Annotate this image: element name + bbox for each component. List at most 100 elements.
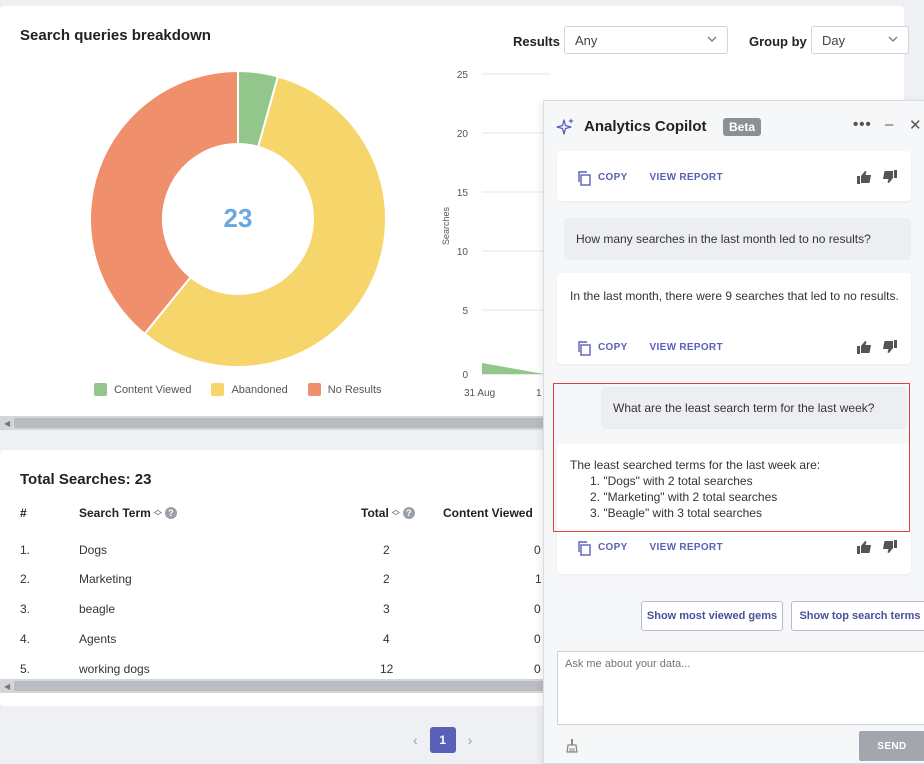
y-tick: 15 [457, 188, 469, 199]
thumbs-up-icon[interactable] [857, 540, 873, 554]
x-tick: 31 Aug [464, 388, 495, 399]
row-term: working dogs [79, 662, 150, 676]
copilot-title: Analytics Copilot [584, 118, 707, 135]
copilot-header: Analytics Copilot Beta ••• – ✕ [544, 101, 924, 153]
copy-button[interactable]: COPY [577, 340, 628, 356]
chart-legend: Content Viewed Abandoned No Results [94, 383, 382, 396]
col-header-term[interactable]: Search Term ︿ ﹀ ? [79, 506, 177, 521]
results-select[interactable]: Any [564, 26, 728, 54]
col-header-label: Search Term [79, 506, 151, 520]
table-row: 2. Marketing 2 1 [0, 564, 560, 594]
row-viewed: 0 [534, 602, 541, 616]
table-title: Total Searches: 23 [20, 471, 152, 488]
y-tick: 20 [457, 129, 469, 140]
feedback [857, 340, 897, 354]
legend-item-abandoned: Abandoned [211, 383, 288, 396]
row-total: 3 [383, 602, 390, 616]
assistant-message-text: In the last month, there were 9 searches… [570, 289, 899, 303]
feedback [857, 540, 897, 554]
thumbs-up-icon[interactable] [857, 170, 873, 184]
sort-icon[interactable]: ︿ ﹀ [392, 506, 400, 521]
analytics-copilot-panel: Analytics Copilot Beta ••• – ✕ COPY VIEW… [543, 100, 924, 764]
thumbs-down-icon[interactable] [881, 340, 897, 354]
assistant-message: In the last month, there were 9 searches… [557, 273, 911, 364]
row-viewed: 0 [534, 543, 541, 557]
sort-icon[interactable]: ︿ ﹀ [154, 506, 162, 521]
row-total: 2 [383, 572, 390, 586]
user-message: How many searches in the last month led … [564, 218, 911, 260]
row-num: 5. [20, 662, 31, 676]
thumbs-up-icon[interactable] [857, 340, 873, 354]
suggestion-most-viewed-gems[interactable]: Show most viewed gems [641, 601, 783, 631]
copy-label: COPY [598, 172, 628, 183]
col-header-num: # [20, 506, 27, 520]
row-num: 4. [20, 632, 31, 646]
ask-input[interactable] [557, 651, 924, 725]
horizontal-scrollbar[interactable]: ◀ [0, 416, 560, 430]
close-icon[interactable]: ✕ [909, 116, 922, 134]
more-options-icon[interactable]: ••• [853, 116, 872, 133]
message-actions: COPY VIEW REPORT [577, 540, 723, 556]
message-actions: COPY VIEW REPORT [577, 340, 723, 356]
scrollbar-thumb[interactable] [14, 681, 560, 691]
breakdown-title: Search queries breakdown [20, 27, 211, 44]
copy-button[interactable]: COPY [577, 170, 628, 186]
user-message: What are the least search term for the l… [601, 387, 907, 429]
prev-page-icon[interactable]: ‹ [413, 732, 418, 748]
row-viewed: 1 [535, 572, 542, 586]
horizontal-scrollbar[interactable]: ◀ [0, 679, 560, 693]
donut-center-total: 23 [224, 203, 253, 233]
copy-icon [578, 170, 591, 186]
assistant-message: COPY VIEW REPORT [557, 151, 911, 201]
chevron-down-icon [888, 36, 898, 42]
y-tick: 5 [462, 306, 468, 317]
view-report-button[interactable]: VIEW REPORT [650, 340, 723, 356]
view-report-button[interactable]: VIEW REPORT [650, 170, 723, 186]
results-label: Results [513, 34, 560, 49]
copy-button[interactable]: COPY [577, 540, 628, 556]
col-header-label: # [20, 506, 27, 520]
y-tick: 0 [462, 370, 468, 381]
row-num: 2. [20, 572, 31, 586]
thumbs-down-icon[interactable] [881, 170, 897, 184]
row-viewed: 0 [534, 662, 541, 676]
results-select-value: Any [575, 33, 598, 48]
col-header-total[interactable]: Total ︿ ﹀ ? [361, 506, 415, 521]
page-button-current[interactable]: 1 [429, 727, 456, 753]
minimize-icon[interactable]: – [885, 116, 893, 133]
message-actions: COPY VIEW REPORT [577, 170, 723, 186]
next-page-icon[interactable]: › [468, 732, 473, 748]
row-term: Dogs [79, 543, 108, 557]
legend-item-content-viewed: Content Viewed [94, 383, 191, 396]
clear-chat-icon[interactable] [566, 739, 578, 753]
y-tick: 25 [457, 70, 469, 81]
scrollbar-thumb[interactable] [14, 418, 560, 428]
pagination: ‹ 1 › [413, 727, 472, 753]
y-axis-label: Searches [441, 206, 451, 245]
answer-list-item: 1. "Dogs" with 2 total searches [590, 474, 753, 488]
row-total: 2 [383, 543, 390, 557]
legend-label: Abandoned [231, 383, 288, 396]
row-total: 12 [380, 662, 394, 676]
copy-icon [578, 340, 591, 356]
help-icon[interactable]: ? [402, 507, 415, 519]
answer-list-item: 2. "Marketing" with 2 total searches [590, 490, 778, 504]
view-report-button[interactable]: VIEW REPORT [650, 540, 723, 556]
thumbs-down-icon[interactable] [881, 540, 897, 554]
col-header-label: Content Viewed [443, 506, 533, 520]
legend-item-no-results: No Results [307, 383, 382, 396]
row-term: beagle [79, 602, 116, 616]
table-row: 1. Dogs 2 0 [0, 535, 560, 565]
row-num: 1. [20, 543, 31, 557]
scroll-left-icon[interactable]: ◀ [4, 419, 10, 428]
copy-label: COPY [598, 342, 628, 353]
scroll-left-icon[interactable]: ◀ [4, 682, 10, 691]
row-viewed: 0 [534, 632, 541, 646]
groupby-select[interactable]: Day [811, 26, 909, 54]
area-series-mark [482, 363, 544, 374]
legend-swatch [94, 383, 107, 396]
help-icon[interactable]: ? [164, 507, 177, 519]
suggestion-top-search-terms[interactable]: Show top search terms [791, 601, 924, 631]
send-button[interactable]: SEND [859, 731, 924, 761]
row-num: 3. [20, 602, 31, 616]
